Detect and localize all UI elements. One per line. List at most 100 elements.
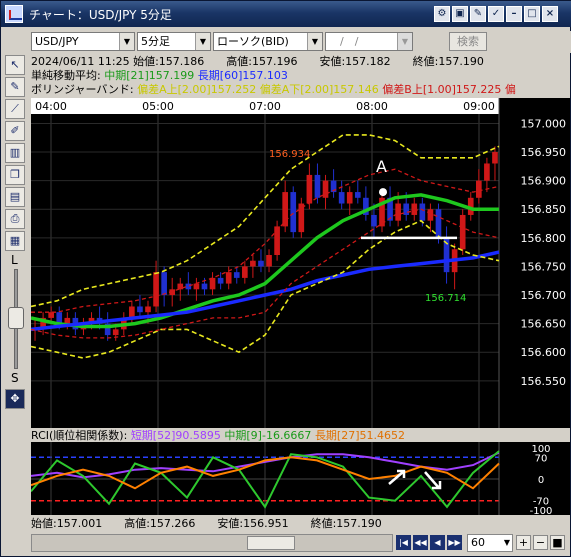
candle-body [354,192,361,198]
rci-info: RCI(順位相関係数): 短期[52]90.5895 中期[9]-16.6667… [31,429,405,442]
title-bar[interactable]: チャート：USD/JPY 5分足 ⚙ ▣ ✎ ✓ – □ × [1,1,571,27]
candle-body [145,306,151,313]
window-title: チャート：USD/JPY 5分足 [29,8,172,22]
zoom-out-icon[interactable]: − [533,535,548,550]
chart-scrollbar[interactable] [31,534,393,552]
chart-toolbar: USD/JPY ▼ 5分足 ▼ ローソク(BID) ▼ / / ▼ 検索 [31,31,571,53]
candle-body [201,283,208,290]
high-annotation: 156.934 [269,149,310,160]
marker-a-dot [379,188,387,197]
minimize-icon[interactable]: – [506,6,522,22]
y-tick-label: 156.600 [521,346,567,359]
candle-body [48,312,54,318]
bar-chart-icon[interactable]: ▥ [5,143,25,163]
candle-body [306,174,313,204]
candle-body [459,214,466,250]
restore-icon[interactable]: □ [524,6,540,22]
pen-icon[interactable]: ✎ [5,77,25,97]
candle-body [153,272,159,307]
chevron-down-icon: ▼ [397,33,412,50]
draw-tool-icon[interactable]: ✐ [5,121,25,141]
candle-body [476,180,482,198]
down-arrow-drawing [424,471,442,490]
timeframe-value: 5分足 [141,35,170,48]
candle-body [225,272,232,284]
rci-chart[interactable]: 100 70 0 -70 -100 [30,442,570,517]
bb-lower-a: 偏差A下[2.00]157.146 [259,83,379,96]
close-icon[interactable]: × [542,6,558,22]
candle-body [338,192,345,204]
candle-body [185,283,192,290]
candle-body [137,306,143,313]
move-icon[interactable]: ✥ [5,389,25,409]
y-tick-label: 156.800 [521,232,567,245]
layers-icon[interactable]: ▤ [5,187,25,207]
marker-a-label: A [376,157,387,176]
zoom-slider-thumb[interactable] [8,307,24,329]
zoom-in-icon[interactable]: + [516,535,531,550]
prev-icon[interactable]: ◀ [430,535,445,550]
bb-info: ボリンジャーバンド: 偏差A上[2.00]157.252 偏差A下[2.00]1… [31,83,516,96]
rci-chart-svg: 100700-70-100 [30,442,553,517]
candle-body [266,255,272,267]
rci-level-label: -100 [530,506,553,515]
x-tick-label: 04:00 [35,100,67,113]
chart-type-select[interactable]: ローソク(BID) ▼ [213,32,323,51]
candle-body [209,277,216,290]
candle-body [419,203,426,221]
chevron-down-icon: ▼ [503,538,510,547]
y-tick-label: 156.900 [521,175,567,188]
x-tick-label: 09:00 [463,100,495,113]
candle-body [161,272,167,296]
chevron-down-icon: ▼ [119,33,134,50]
rci-level-label: 70 [535,453,548,464]
timeframe-select[interactable]: 5分足 ▼ [137,32,211,51]
chart-type-value: ローソク(BID) [217,35,289,48]
candle-body [411,203,418,215]
chart-window: チャート：USD/JPY 5分足 ⚙ ▣ ✎ ✓ – □ × USD/JPY ▼… [0,0,571,557]
zoom-small-label: S [11,371,19,385]
y-tick-label: 156.950 [521,146,567,159]
trendline-icon[interactable]: ⟋ [5,99,25,119]
y-tick-label: 156.550 [521,375,567,388]
candle-body [298,203,305,233]
candle-body [129,306,135,318]
cursor-icon[interactable]: ↖ [5,55,25,75]
prev-fast-icon[interactable]: ◀◀ [413,535,428,550]
bottom-bar: |◀ ◀◀ ◀ ▶▶ 60 ▼ + − ■ [31,532,570,554]
search-button[interactable]: 検索 [449,32,487,51]
fit-icon[interactable]: ■ [550,535,565,550]
palette-icon[interactable]: ✎ [470,6,486,22]
rci-level-label: 0 [538,475,544,486]
rci-label: RCI(順位相関係数): [31,429,128,442]
y-tick-label: 156.750 [521,260,567,273]
date-input[interactable]: / / ▼ [325,32,413,51]
next-fast-icon[interactable]: ▶▶ [447,535,462,550]
save-icon[interactable]: ▦ [5,231,25,251]
scrollbar-thumb[interactable] [247,536,295,550]
candle-body [242,266,248,278]
candle-body [217,277,224,284]
copy-icon[interactable]: ❐ [5,165,25,185]
symbol-select[interactable]: USD/JPY ▼ [31,32,135,51]
candle-body [322,180,329,198]
bb-label: ボリンジャーバンド: [31,83,134,96]
print-icon[interactable]: ⎙ [5,209,25,229]
bb-upper-b: 偏差B上[1.00]157.225 [382,83,502,96]
candle-body [314,174,321,198]
x-tick-label: 07:00 [249,100,281,113]
price-chart[interactable]: 04:00 05:00 07:00 08:00 09:00 156.550 156.600 1… [30,98,570,428]
zoom-select[interactable]: 60 ▼ [467,534,513,552]
pin-icon[interactable]: ✓ [488,6,504,22]
first-page-icon[interactable]: |◀ [396,535,411,550]
candle-body [112,329,119,336]
ma-info: 単純移動平均: 中期[21]157.199 長期[60]157.103 [31,69,288,82]
camera-icon[interactable]: ▣ [452,6,468,22]
candle-body [290,192,297,233]
candle-body [282,192,288,227]
candle-body [492,152,498,164]
low-annotation: 156.714 [425,293,466,304]
bottom-ohlc: 始値:157.001 高値:157.266 安値:156.951 終値:157.… [31,517,382,530]
x-tick-label: 05:00 [142,100,174,113]
gear-icon[interactable]: ⚙ [434,6,450,22]
